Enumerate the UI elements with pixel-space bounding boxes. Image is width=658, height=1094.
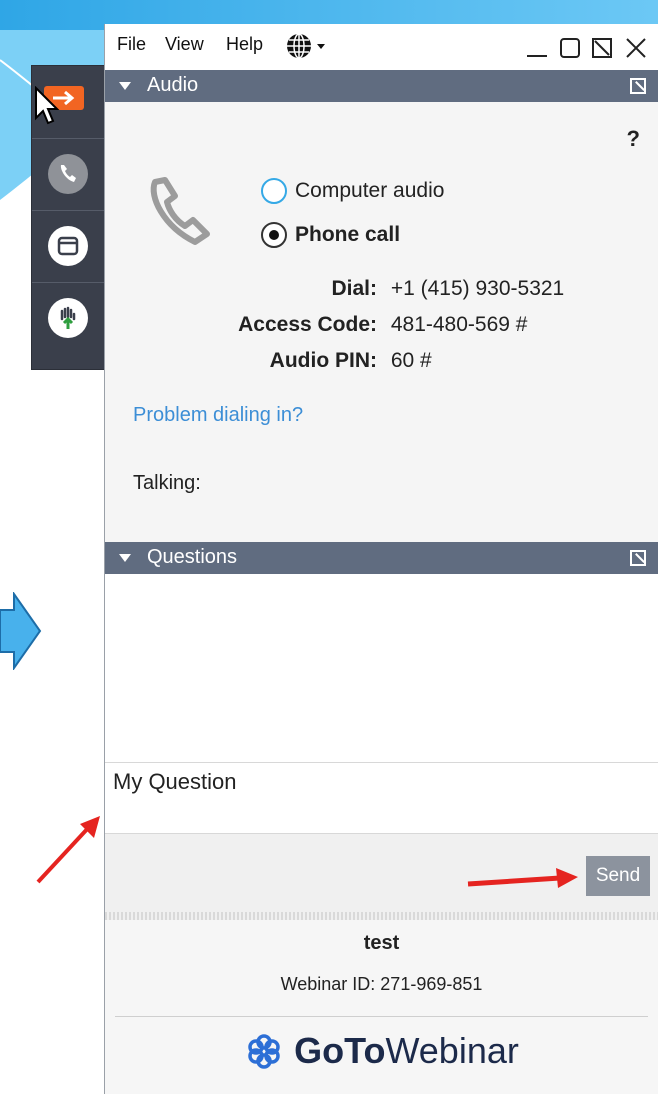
phone-call-label: Phone call [295, 223, 401, 246]
footer-divider [115, 1016, 648, 1017]
phone-handset-icon [150, 177, 210, 245]
collapse-triangle-icon[interactable] [119, 82, 131, 90]
menu-bar: File View Help [105, 24, 658, 70]
gotowebinar-flower-icon [248, 1034, 280, 1069]
radio-phone-call[interactable] [261, 222, 287, 248]
popout-icon[interactable] [630, 78, 646, 94]
questions-header-title: Questions [147, 546, 238, 568]
dial-value: +1 (415) 930-5321 [390, 277, 565, 300]
question-input[interactable]: My Question [105, 762, 658, 834]
brand-goto: GoTo [294, 1030, 386, 1071]
toolbar-raise-hand-button[interactable] [32, 282, 104, 354]
computer-audio-label: Computer audio [295, 179, 445, 202]
problem-dialing-link[interactable]: Problem dialing in? [133, 404, 303, 427]
brand-webinar: Webinar [385, 1030, 519, 1071]
audio-header-title: Audio [147, 74, 199, 96]
computer-audio-option[interactable]: Computer audio [261, 178, 444, 204]
access-code-value: 481-480-569 # [390, 313, 528, 336]
window-controls [527, 38, 646, 58]
raise-hand-icon [48, 298, 88, 338]
annotation-arrow-icon [467, 868, 578, 888]
toolbar-window-button[interactable] [32, 210, 104, 283]
webinar-footer: test Webinar ID: 271-969-851 GoTo Webinar [105, 920, 658, 1094]
phone-call-option[interactable]: Phone call [261, 222, 400, 248]
audio-pin-label: Audio PIN: [269, 349, 377, 372]
popout-icon[interactable] [630, 550, 646, 566]
dial-row: Dial: +1 (415) 930-5321 [227, 277, 564, 301]
questions-section-header[interactable]: Questions [105, 542, 658, 574]
gotowebinar-logo: GoTo Webinar [105, 1030, 658, 1072]
menu-view[interactable]: View [165, 34, 204, 55]
mouse-cursor-icon [35, 86, 60, 125]
resize-grip[interactable] [105, 912, 658, 920]
phone-icon [48, 154, 88, 194]
annotation-arrow-icon [36, 816, 100, 884]
access-code-label: Access Code: [238, 313, 377, 336]
help-question-icon[interactable]: ? [627, 126, 640, 152]
questions-log [105, 574, 658, 762]
window-icon [48, 226, 88, 266]
audio-panel: ? Computer audio Phone call Dial: +1 (41… [105, 102, 658, 542]
access-code-row: Access Code: 481-480-569 # [227, 313, 527, 337]
menu-help[interactable]: Help [226, 34, 263, 55]
gotowebinar-control-panel: File View Help Audio ? Computer audio Ph… [104, 24, 658, 1094]
audio-section-header[interactable]: Audio [105, 70, 658, 102]
send-button[interactable]: Send [586, 856, 650, 896]
talking-label: Talking: [133, 472, 201, 494]
webinar-id: Webinar ID: 271-969-851 [280, 974, 483, 994]
menu-file[interactable]: File [117, 34, 146, 55]
slide-arrow-icon [0, 592, 42, 670]
dial-label: Dial: [331, 277, 377, 300]
language-globe-icon[interactable] [285, 32, 333, 60]
audio-pin-value: 60 # [390, 349, 432, 372]
collapse-triangle-icon[interactable] [119, 554, 131, 562]
audio-pin-row: Audio PIN: 60 # [227, 349, 432, 373]
webinar-title: test [363, 932, 400, 954]
toolbar-audio-button[interactable] [32, 138, 104, 211]
radio-computer-audio[interactable] [261, 178, 287, 204]
